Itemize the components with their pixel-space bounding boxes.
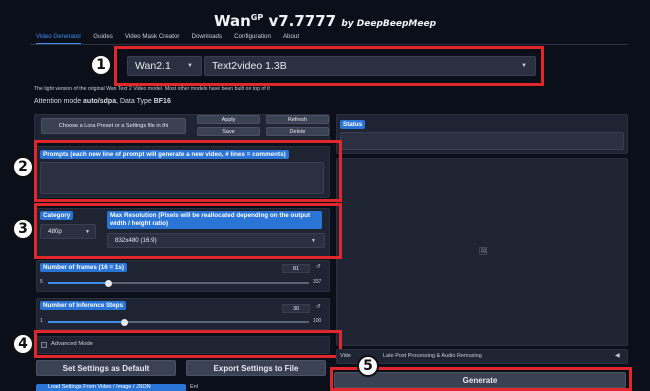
postproc-label: Late Post Processing & Audio Remuxing bbox=[383, 353, 482, 359]
frames-slider[interactable] bbox=[48, 279, 309, 287]
tab-guides[interactable]: Guides bbox=[93, 32, 113, 44]
status-label: Status bbox=[340, 120, 366, 129]
video-output-panel: 🖼 bbox=[336, 158, 628, 346]
steps-label: Number of Inference Steps bbox=[40, 301, 127, 310]
frames-max: 337 bbox=[313, 279, 322, 285]
steps-slider-knob[interactable] bbox=[121, 318, 128, 326]
model-family-dropdown[interactable]: Wan2.1 ▼ bbox=[127, 56, 202, 76]
reset-icon[interactable]: ↺ bbox=[316, 264, 321, 270]
tab-configuration[interactable]: Configuration bbox=[234, 32, 271, 44]
image-placeholder-icon: 🖼 bbox=[479, 248, 488, 255]
delete-button[interactable]: Delete bbox=[266, 127, 329, 136]
highlight-box-2 bbox=[34, 140, 342, 202]
steps-slider-fill bbox=[48, 321, 124, 323]
steps-max: 100 bbox=[313, 318, 322, 324]
tab-downloads[interactable]: Downloads bbox=[191, 32, 222, 44]
model-selector-group: Wan2.1 ▼ Text2video 1.3B ▼ bbox=[114, 46, 544, 86]
highlight-box-4 bbox=[34, 330, 342, 358]
extra-label: Enl bbox=[190, 384, 198, 390]
marker-3: 3 bbox=[12, 218, 34, 240]
attention-info: Attention mode auto/sdpa, Data Type BF16 bbox=[34, 98, 171, 105]
steps-number-input[interactable]: 30 bbox=[282, 304, 310, 313]
marker-4: 4 bbox=[12, 333, 34, 355]
load-settings-bar[interactable]: Load Settings From Video / Image / JSON bbox=[36, 384, 186, 391]
tab-about[interactable]: About bbox=[283, 32, 299, 44]
reset-icon[interactable]: ↺ bbox=[316, 304, 321, 310]
frames-label: Number of frames (16 = 1s) bbox=[40, 263, 128, 272]
chevron-down-icon: ▼ bbox=[187, 63, 193, 69]
apply-button[interactable]: Apply bbox=[197, 115, 260, 124]
set-default-button[interactable]: Set Settings as Default bbox=[36, 360, 176, 376]
tab-video-mask-creator[interactable]: Video Mask Creator bbox=[125, 32, 180, 44]
postproc-label-prefix: Vide bbox=[340, 353, 351, 359]
frames-min: 5 bbox=[40, 279, 43, 285]
save-button[interactable]: Save bbox=[197, 127, 260, 136]
marker-5: 5 bbox=[357, 355, 379, 377]
frames-slider-knob[interactable] bbox=[105, 279, 112, 287]
lora-preset-select[interactable]: Choose a Lora Preset or a Settings file … bbox=[41, 118, 186, 134]
status-field bbox=[340, 132, 624, 150]
tab-video-generator[interactable]: Video Generator bbox=[36, 32, 82, 44]
frames-number-input[interactable]: 81 bbox=[282, 264, 310, 273]
export-settings-button[interactable]: Export Settings to File bbox=[186, 360, 326, 376]
steps-min: 1 bbox=[40, 318, 43, 324]
model-variant-value: Text2video 1.3B bbox=[212, 60, 287, 72]
tab-divider bbox=[30, 44, 628, 45]
marker-2: 2 bbox=[12, 156, 34, 178]
model-variant-dropdown[interactable]: Text2video 1.3B ▼ bbox=[204, 56, 536, 76]
app-title: WanGP v7.7777 by DeepBeepMeep bbox=[213, 12, 437, 30]
tab-bar: Video Generator Guides Video Mask Creato… bbox=[36, 32, 311, 44]
chevron-down-icon: ▼ bbox=[521, 63, 527, 69]
load-settings-label: Load Settings From Video / Image / JSON bbox=[48, 384, 151, 390]
caret-left-icon: ◀ bbox=[615, 353, 620, 359]
highlight-box-3 bbox=[34, 203, 342, 259]
marker-1: 1 bbox=[90, 54, 112, 76]
steps-slider[interactable] bbox=[48, 318, 309, 326]
frames-slider-fill bbox=[48, 282, 108, 284]
refresh-button[interactable]: Refresh bbox=[266, 115, 329, 124]
model-family-value: Wan2.1 bbox=[135, 60, 171, 72]
model-description: The light version of the original Wan Te… bbox=[34, 86, 270, 92]
postproc-accordion[interactable] bbox=[336, 349, 628, 364]
